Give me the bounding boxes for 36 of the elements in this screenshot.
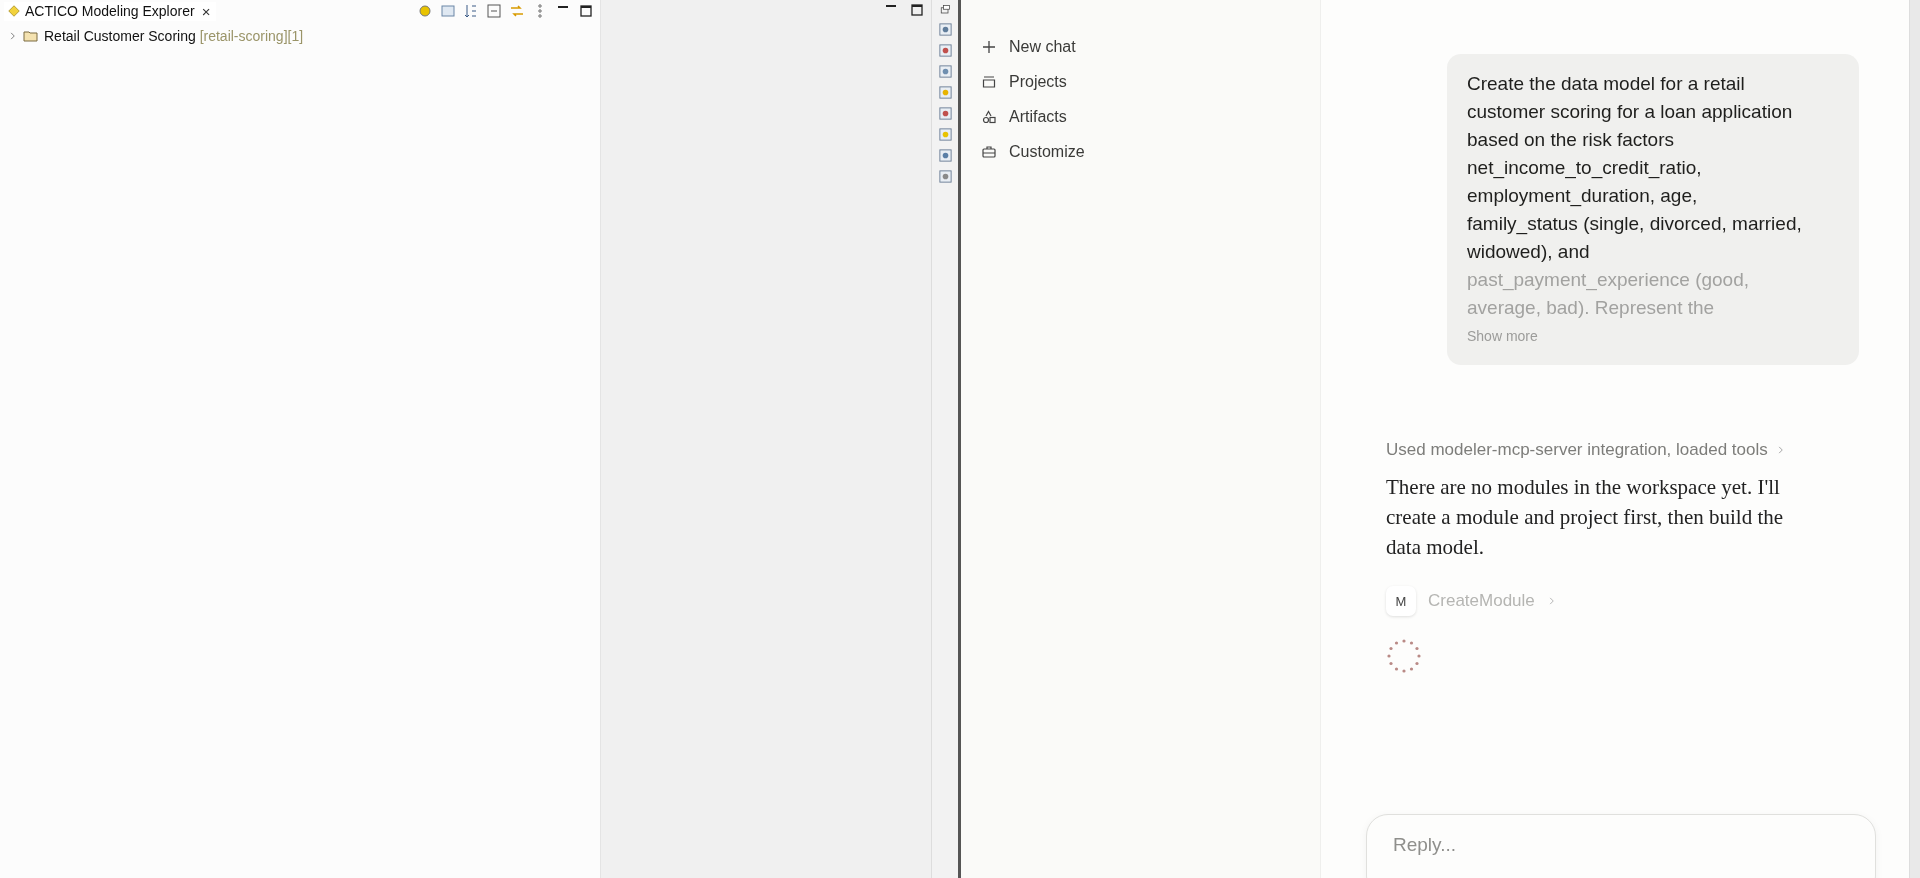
folder-icon: [23, 28, 39, 44]
plus-icon: [981, 39, 997, 55]
expand-icon[interactable]: [8, 31, 18, 41]
view-icon[interactable]: [937, 43, 953, 58]
assistant-text: There are no modules in the workspace yet. I'll create a module and project first, then build the data model.: [1386, 474, 1785, 561]
message-text: Create the data model for a retail customer scoring for a loan application based on the risk factors net_income_to_credit_ratio, employment_duration, age, family_status (single, divorced, married, widowed), and: [1467, 72, 1803, 264]
view-icon[interactable]: [937, 127, 953, 142]
close-icon[interactable]: ×: [199, 2, 213, 20]
maximize-icon[interactable]: [909, 2, 925, 18]
reply-field[interactable]: Reply...: [1366, 814, 1876, 878]
view-icon[interactable]: [937, 169, 953, 184]
restore-icon[interactable]: [939, 4, 951, 16]
tree-label: Retail Customer Scoring [retail-scoring][1]: [44, 28, 304, 44]
maximize-icon[interactable]: [578, 3, 594, 19]
sidebar-item[interactable]: Projects: [981, 67, 1320, 97]
view-icon[interactable]: [937, 22, 953, 37]
tree-item[interactable]: Retail Customer Scoring [retail-scoring][1]: [0, 22, 600, 44]
message-text: past_payment_experience (good, average, bad). Represent the: [1467, 268, 1751, 320]
sidebar-item[interactable]: Customize: [981, 137, 1320, 167]
scrollbar[interactable]: [1909, 0, 1920, 878]
sidebar-item[interactable]: Artifacts: [981, 102, 1320, 132]
spinner-icon: [1386, 638, 1422, 674]
briefcase-icon: [981, 144, 997, 160]
diamond-icon: [8, 5, 20, 17]
view-icon[interactable]: [937, 106, 953, 121]
sidebar-item[interactable]: New chat: [981, 32, 1320, 62]
folder-icon: [981, 74, 997, 90]
collapse-icon[interactable]: [486, 3, 502, 19]
tool-summary[interactable]: Used modeler-mcp-server integration, loaded tools: [1386, 440, 1869, 460]
sort-icon[interactable]: [463, 3, 479, 19]
view-icon[interactable]: [937, 64, 953, 79]
shapes-icon: [981, 109, 997, 125]
tool-call[interactable]: M CreateModule: [1386, 586, 1869, 616]
view-icon[interactable]: [937, 148, 953, 163]
module-badge: M: [1386, 586, 1416, 616]
view-icon[interactable]: [937, 85, 953, 100]
